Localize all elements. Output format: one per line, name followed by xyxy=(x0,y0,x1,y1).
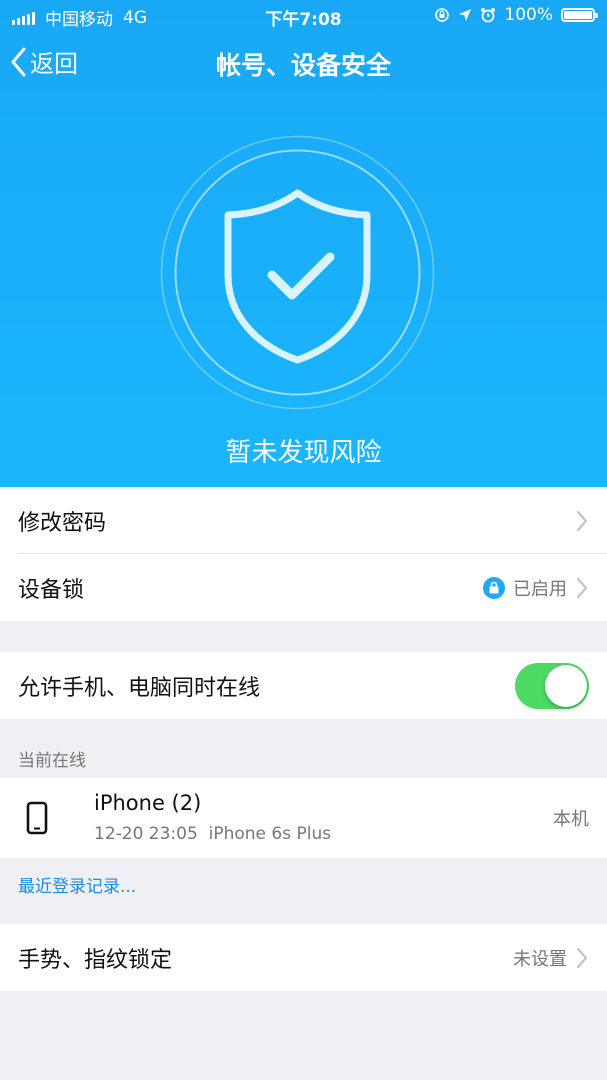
gesture-lock-item[interactable]: 手势、指纹锁定 未设置 xyxy=(0,924,607,991)
device-lock-label: 设备锁 xyxy=(18,577,85,603)
chevron-right-icon xyxy=(576,577,588,598)
gesture-lock-group: 手势、指纹锁定 未设置 xyxy=(0,924,607,991)
device-lock-item[interactable]: 设备锁 已启用 xyxy=(0,554,607,621)
multi-online-group: 允许手机、电脑同时在线 xyxy=(0,652,607,719)
status-bar: 中国移动 4G 下午7:08 100% xyxy=(0,0,607,30)
online-device-item[interactable]: iPhone (2) 12-20 23:05 iPhone 6s Plus 本机 xyxy=(0,778,607,858)
device-lock-status: 已启用 xyxy=(513,578,567,600)
battery-level xyxy=(564,11,592,19)
device-meta: 12-20 23:05 iPhone 6s Plus xyxy=(94,824,331,844)
gesture-lock-status: 未设置 xyxy=(513,948,567,970)
alarm-icon xyxy=(481,8,496,23)
online-devices-group: iPhone (2) 12-20 23:05 iPhone 6s Plus 本机 xyxy=(0,778,607,858)
phone-icon xyxy=(18,801,56,835)
online-section-header: 当前在线 xyxy=(18,751,86,771)
recent-login-link[interactable]: 最近登录记录... xyxy=(18,872,136,897)
chevron-right-icon xyxy=(576,510,588,531)
multi-online-toggle[interactable] xyxy=(515,662,589,709)
multi-online-item: 允许手机、电脑同时在线 xyxy=(0,652,607,719)
navigation-bar: 返回 帐号、设备安全 xyxy=(0,34,607,90)
security-hero: 中国移动 4G 下午7:08 100% 返回 帐号、设备安全 暂未发现风险 xyxy=(0,0,607,487)
multi-online-label: 允许手机、电脑同时在线 xyxy=(18,675,261,701)
toggle-knob xyxy=(545,664,587,707)
chevron-right-icon xyxy=(576,947,588,968)
location-icon xyxy=(459,9,472,21)
device-login-time: 12-20 23:05 xyxy=(94,824,198,844)
change-password-label: 修改密码 xyxy=(18,510,107,536)
change-password-item[interactable]: 修改密码 xyxy=(0,487,607,554)
lock-icon xyxy=(483,576,505,599)
page-title: 帐号、设备安全 xyxy=(215,51,391,80)
device-name: iPhone (2) xyxy=(94,791,202,815)
security-settings-group: 修改密码 设备锁 已启用 xyxy=(0,487,607,621)
security-status-text: 暂未发现风险 xyxy=(225,438,382,468)
battery-percent: 100% xyxy=(504,5,553,25)
shield-check-icon xyxy=(160,135,435,410)
orientation-lock-icon xyxy=(435,8,450,22)
battery-icon xyxy=(561,8,598,22)
device-model: iPhone 6s Plus xyxy=(208,824,332,844)
gesture-lock-label: 手势、指纹锁定 xyxy=(18,947,173,973)
current-device-tag: 本机 xyxy=(553,809,589,830)
